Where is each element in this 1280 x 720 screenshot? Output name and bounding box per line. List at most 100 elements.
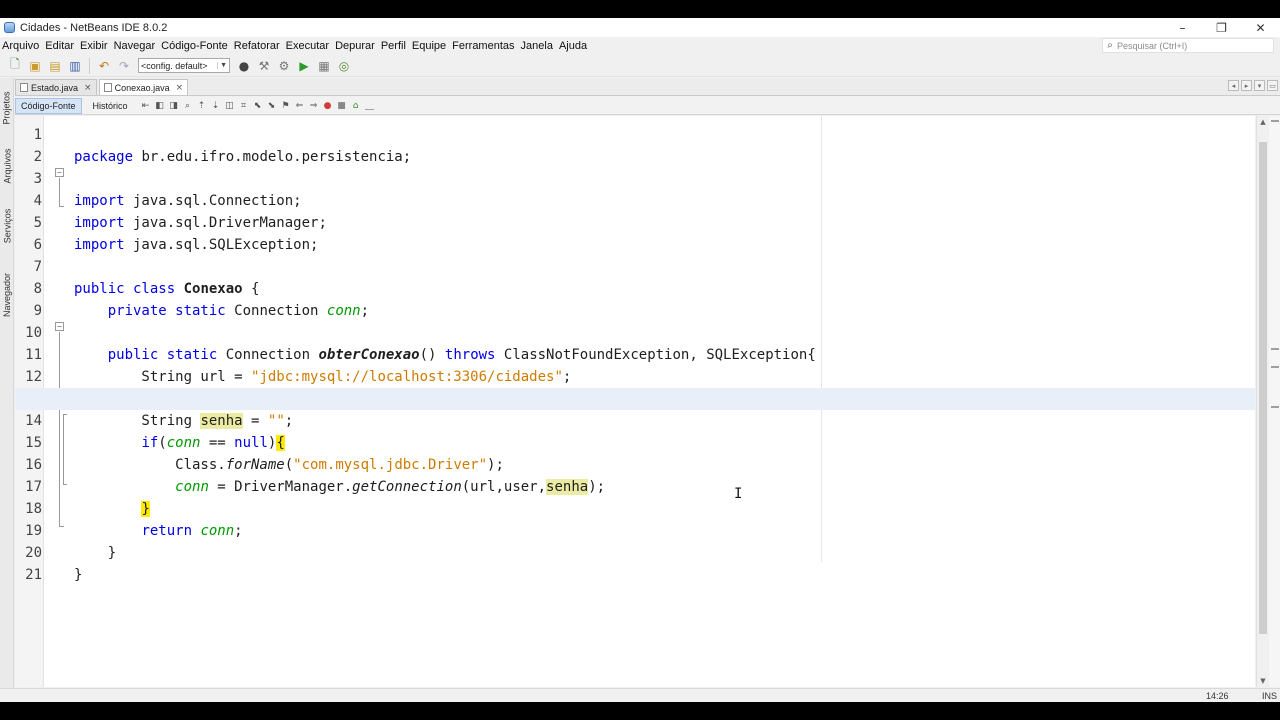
editor-tab-bar: Estado.java × Conexao.java × ◂ ▸ ▾ ▭ — [15, 78, 1280, 96]
toggle-rect-select-icon[interactable]: ⌗ — [237, 99, 251, 113]
comment-icon[interactable]: ⌂ — [349, 99, 363, 113]
stripe-marker[interactable] — [1271, 366, 1279, 368]
stripe-marker[interactable] — [1271, 406, 1279, 408]
search-input[interactable] — [1117, 40, 1267, 51]
configuration-value: <config. default> — [141, 60, 208, 71]
scroll-tabs-left-icon[interactable]: ◂ — [1228, 80, 1239, 91]
mouse-ibeam-cursor-icon: I — [734, 486, 743, 502]
caret-position[interactable]: 14:26 — [1206, 691, 1229, 701]
window-title: Cidades - NetBeans IDE 8.0.2 — [20, 21, 168, 34]
menu-depurar[interactable]: Depurar — [332, 40, 378, 52]
code-line[interactable]: 4 import java.sql.DriverManager; — [15, 168, 1255, 231]
stop-macro-icon[interactable]: ■ — [335, 99, 349, 113]
code-line[interactable]: 16 conn = DriverManager.getConnection(ur… — [15, 432, 1255, 495]
show-opened-docs-icon[interactable]: ▾ — [1254, 80, 1265, 91]
code-line[interactable]: 7 public class Conexao { — [15, 234, 1255, 297]
menu-exibir[interactable]: Exibir — [77, 40, 111, 52]
build-icon[interactable]: ⚒ — [255, 57, 273, 75]
menu-arquivo[interactable]: Arquivo — [0, 40, 42, 52]
menu-navegar[interactable]: Navegar — [111, 40, 159, 52]
view-history-tab[interactable]: Histórico — [88, 99, 133, 113]
code-line[interactable]: 21 — [15, 542, 1255, 583]
side-tab-navegador[interactable]: Navegador — [0, 262, 14, 328]
code-line[interactable]: 10 public static Connection obterConexao… — [15, 300, 1255, 363]
side-tab-projetos[interactable]: Projetos — [0, 82, 14, 134]
next-bookmark-icon[interactable]: ⬊ — [265, 99, 279, 113]
previous-bookmark-icon[interactable]: ⬉ — [251, 99, 265, 113]
menu-perfil[interactable]: Perfil — [378, 40, 409, 52]
find-icon[interactable]: ⌕ — [181, 99, 195, 113]
code-line[interactable]: 2 — [15, 124, 1255, 165]
menu-ferramentas[interactable]: Ferramentas — [449, 40, 517, 52]
close-tab-icon[interactable]: × — [176, 83, 184, 93]
java-file-icon — [103, 83, 112, 92]
new-project-icon[interactable]: ▣ — [26, 57, 44, 75]
menu-executar[interactable]: Executar — [283, 40, 332, 52]
code-line[interactable]: 9 — [15, 278, 1255, 319]
code-line[interactable]: 12 String user = "root"; — [15, 344, 1255, 407]
maximize-editor-icon[interactable]: ▭ — [1267, 80, 1278, 91]
last-edit-icon[interactable]: ⇤ — [139, 99, 153, 113]
tab-estado-java[interactable]: Estado.java × — [15, 79, 97, 95]
back-icon[interactable]: ◧ — [153, 99, 167, 113]
redo-icon[interactable]: ↷ — [115, 57, 133, 75]
run-icon[interactable]: ▶ — [295, 57, 313, 75]
quick-search[interactable]: ⌕ — [1102, 38, 1274, 53]
scroll-tabs-right-icon[interactable]: ▸ — [1241, 80, 1252, 91]
menu-codigo-fonte[interactable]: Código-Fonte — [158, 40, 231, 52]
forward-icon[interactable]: ◨ — [167, 99, 181, 113]
code-line[interactable]: 8 private static Connection conn; — [15, 256, 1255, 319]
record-macro-icon[interactable]: ● — [321, 99, 335, 113]
uncomment-icon[interactable]: ⎽ — [363, 99, 377, 113]
code-line[interactable]: 13 String senha = ""; — [15, 366, 1255, 429]
code-line[interactable]: 3 import java.sql.Connection; — [15, 146, 1255, 209]
toggle-highlight-icon[interactable]: ◫ — [223, 99, 237, 113]
code-line-current[interactable]: 14 if(conn == null){ — [15, 388, 1255, 451]
vertical-scrollbar[interactable]: ▲ ▼ — [1256, 116, 1268, 687]
profile-icon[interactable]: ◎ — [335, 57, 353, 75]
stripe-marker[interactable] — [1271, 120, 1279, 122]
code-line[interactable]: 15 Class.forName("com.mysql.jdbc.Driver"… — [15, 410, 1255, 473]
find-previous-icon[interactable]: ⇡ — [195, 99, 209, 113]
shift-right-icon[interactable]: ⇒ — [307, 99, 321, 113]
close-button[interactable]: ✕ — [1241, 18, 1280, 37]
side-tab-servicos[interactable]: Serviços — [0, 198, 14, 254]
save-all-icon[interactable]: ▥ — [66, 57, 84, 75]
configuration-select[interactable]: <config. default> ▼ — [138, 58, 230, 73]
menu-ajuda[interactable]: Ajuda — [556, 40, 590, 52]
menu-janela[interactable]: Janela — [518, 40, 556, 52]
scroll-down-icon[interactable]: ▼ — [1257, 675, 1269, 687]
close-tab-icon[interactable]: × — [84, 83, 92, 93]
tab-label: Estado.java — [31, 82, 79, 93]
new-file-icon[interactable]: 🗋 — [6, 57, 24, 75]
open-project-icon[interactable]: ▤ — [46, 57, 64, 75]
browser-icon[interactable]: ● — [235, 57, 253, 75]
find-next-icon[interactable]: ⇣ — [209, 99, 223, 113]
code-line[interactable]: 19 } — [15, 498, 1255, 561]
view-source-tab[interactable]: Código-Fonte — [15, 97, 82, 114]
debug-icon[interactable]: ▦ — [315, 57, 333, 75]
tab-conexao-java[interactable]: Conexao.java × — [98, 79, 189, 95]
code-line[interactable]: 20 } — [15, 520, 1255, 583]
code-line[interactable]: 17 } — [15, 454, 1255, 517]
undo-icon[interactable]: ↶ — [95, 57, 113, 75]
stripe-marker[interactable] — [1271, 348, 1279, 350]
clean-build-icon[interactable]: ⚙ — [275, 57, 293, 75]
code-line[interactable]: 5 import java.sql.SQLException; — [15, 190, 1255, 253]
shift-left-icon[interactable]: ⇐ — [293, 99, 307, 113]
side-tab-arquivos[interactable]: Arquivos — [0, 138, 14, 194]
code-line[interactable]: 11 String url = "jdbc:mysql://localhost:… — [15, 322, 1255, 385]
maximize-button[interactable]: ❐ — [1202, 18, 1241, 37]
menu-refatorar[interactable]: Refatorar — [231, 40, 283, 52]
code-editor[interactable]: − − 1 package br.edu.ifro.modelo.persist… — [15, 116, 1255, 687]
code-line[interactable]: 1 package br.edu.ifro.modelo.persistenci… — [15, 116, 1255, 165]
menu-equipe[interactable]: Equipe — [409, 40, 449, 52]
menu-editar[interactable]: Editar — [42, 40, 77, 52]
code-line[interactable]: 6 — [15, 212, 1255, 253]
code-line[interactable]: 18 return conn; — [15, 476, 1255, 539]
scrollbar-thumb[interactable] — [1259, 142, 1267, 634]
error-stripe[interactable] — [1269, 116, 1280, 687]
minimize-button[interactable]: – — [1163, 18, 1202, 37]
scroll-up-icon[interactable]: ▲ — [1257, 116, 1269, 128]
toggle-bookmark-icon[interactable]: ⚑ — [279, 99, 293, 113]
